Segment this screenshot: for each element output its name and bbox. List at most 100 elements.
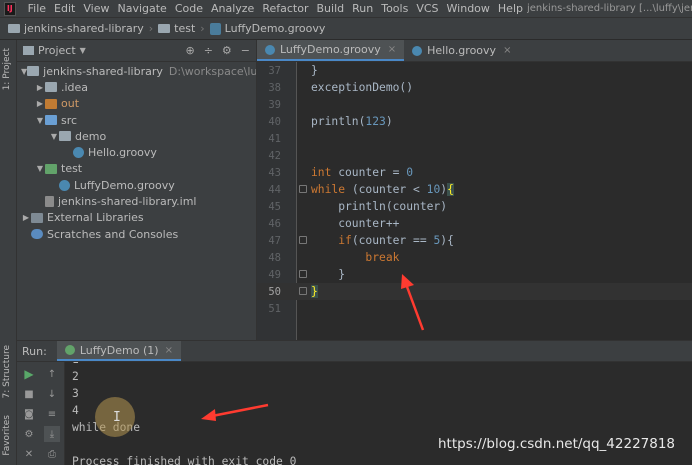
code-line[interactable]: 45 println(counter) [257,198,692,215]
editor-tab-bar: LuffyDemo.groovy × Hello.groovy × [257,40,692,62]
code-text[interactable]: counter++ [311,217,399,230]
run-toolbar: ▶ ■ ◙ ⚙ ✕ ↑ ↓ ≡ ⤓ ⎙ [17,362,65,465]
breadcrumb-project[interactable]: jenkins-shared-library [8,22,144,35]
code-line[interactable]: 38 exceptionDemo() [257,79,692,96]
menu-refactor[interactable]: Refactor [258,2,312,15]
tree-item-label: External Libraries [47,211,144,225]
menu-file[interactable]: File [24,2,50,15]
code-line[interactable]: 39 [257,96,692,113]
project-panel-header: Project ▼ ⊕ ÷ ⚙ − [17,40,256,62]
scroll-up-icon[interactable]: ↑ [44,366,60,382]
menu-run[interactable]: Run [348,2,377,15]
chevron-down-icon[interactable]: ▼ [35,164,45,173]
run-tab-luffydemo[interactable]: LuffyDemo (1) × [56,341,181,361]
scroll-down-icon[interactable]: ↓ [44,386,60,402]
menu-vcs[interactable]: VCS [412,2,442,15]
editor-tab-hello[interactable]: Hello.groovy × [404,40,519,61]
fold-marker-icon[interactable] [299,236,307,244]
menu-window[interactable]: Window [443,2,494,15]
code-line[interactable]: 47 if(counter == 5){ [257,232,692,249]
code-line[interactable]: 44 while (counter < 10){ [257,181,692,198]
code-text[interactable]: } [311,268,345,281]
code-text[interactable]: if(counter == 5){ [311,234,454,247]
code-editor[interactable]: 37} 38 exceptionDemo() 39 40 println(123) 41 42… [257,62,692,340]
menu-build[interactable]: Build [313,2,349,15]
code-text[interactable]: println(counter) [311,200,447,213]
groovy-run-icon [64,345,75,355]
chevron-right-icon[interactable]: ▶ [35,99,45,108]
code-text[interactable]: } [311,64,318,77]
menu-code[interactable]: Code [171,2,207,15]
camera-icon[interactable]: ◙ [21,406,37,422]
code-line[interactable]: 50} [257,283,692,300]
tree-item[interactable]: Scratches and Consoles [17,226,256,242]
menu-navigate[interactable]: Navigate [113,2,170,15]
tool-tab-favorites[interactable]: Favorites [2,415,12,456]
code-text[interactable]: break [311,251,399,264]
code-line[interactable]: 43 int counter = 0 [257,164,692,181]
breadcrumb-file[interactable]: LuffyDemo.groovy [209,22,325,35]
menu-tools[interactable]: Tools [377,2,412,15]
stop-icon[interactable]: ■ [21,386,37,402]
fold-marker-icon[interactable] [299,287,307,295]
close-icon[interactable]: × [165,345,173,356]
code-text[interactable]: exceptionDemo() [311,81,413,94]
code-text[interactable]: while (counter < 10){ [311,183,454,196]
tool-tab-project[interactable]: 1: Project [2,48,12,90]
fold-marker-icon[interactable] [299,270,307,278]
tree-item[interactable]: LuffyDemo.groovy [17,177,256,193]
project-panel-title[interactable]: Project [38,44,76,57]
tree-item[interactable]: ▼ demo [17,128,256,144]
soft-wrap-icon[interactable]: ≡ [44,406,60,422]
code-line[interactable]: 49 } [257,266,692,283]
chevron-down-icon[interactable]: ▼ [35,116,45,125]
code-line[interactable]: 46 counter++ [257,215,692,232]
code-line[interactable]: 48 break [257,249,692,266]
chevron-right-icon[interactable]: ▶ [21,213,31,222]
menu-analyze[interactable]: Analyze [207,2,258,15]
intellij-app-icon[interactable]: IJ [4,1,16,16]
code-line[interactable]: 42 [257,147,692,164]
fold-marker-icon[interactable] [299,185,307,193]
tree-item[interactable]: jenkins-shared-library.iml [17,193,256,209]
code-line[interactable]: 51 [257,300,692,317]
line-number: 49 [268,268,281,281]
code-text[interactable]: println(123) [311,115,393,128]
tree-item[interactable]: ▼jenkins-shared-libraryD:\workspace\luff… [17,63,256,79]
breadcrumb-separator-icon: › [200,22,205,35]
menu-edit[interactable]: Edit [50,2,79,15]
menu-help[interactable]: Help [494,2,527,15]
hide-panel-icon[interactable]: − [241,44,250,57]
print-icon[interactable]: ⎙ [44,446,60,462]
locate-file-icon[interactable]: ⊕ [185,44,194,57]
breadcrumb-folder[interactable]: test [158,22,195,35]
code-line[interactable]: 41 [257,130,692,147]
close-icon[interactable]: × [503,45,511,56]
chevron-right-icon[interactable]: ▶ [35,83,45,92]
close-icon[interactable]: × [388,44,396,55]
code-line[interactable]: 40 println(123) [257,113,692,130]
editor-tab-label: Hello.groovy [427,44,497,57]
tree-item[interactable]: ▼ test [17,161,256,177]
chevron-down-icon[interactable]: ▼ [80,46,86,55]
tree-item[interactable]: Hello.groovy [17,144,256,160]
editor-tab-luffydemo[interactable]: LuffyDemo.groovy × [257,40,405,61]
collapse-all-icon[interactable]: ÷ [204,44,213,57]
code-text[interactable]: int counter = 0 [311,166,413,179]
code-line[interactable]: 37} [257,62,692,79]
rerun-icon[interactable]: ▶ [21,366,37,382]
pin-icon[interactable]: ✕ [21,446,37,462]
menu-view[interactable]: View [79,2,113,15]
tool-tab-structure[interactable]: 7: Structure [2,345,12,399]
tree-item[interactable]: ▶ External Libraries [17,210,256,226]
settings-icon[interactable]: ⚙ [21,426,37,442]
line-number: 44 [268,183,281,196]
tree-item[interactable]: ▶ .idea [17,79,256,95]
gear-icon[interactable]: ⚙ [222,44,232,57]
tree-item[interactable]: ▶ out [17,96,256,112]
chevron-down-icon[interactable]: ▼ [49,132,59,141]
scroll-to-end-icon[interactable]: ⤓ [44,426,60,442]
tree-item-label: Scratches and Consoles [47,227,179,241]
tree-item[interactable]: ▼ src [17,112,256,128]
code-text[interactable]: } [311,285,318,298]
